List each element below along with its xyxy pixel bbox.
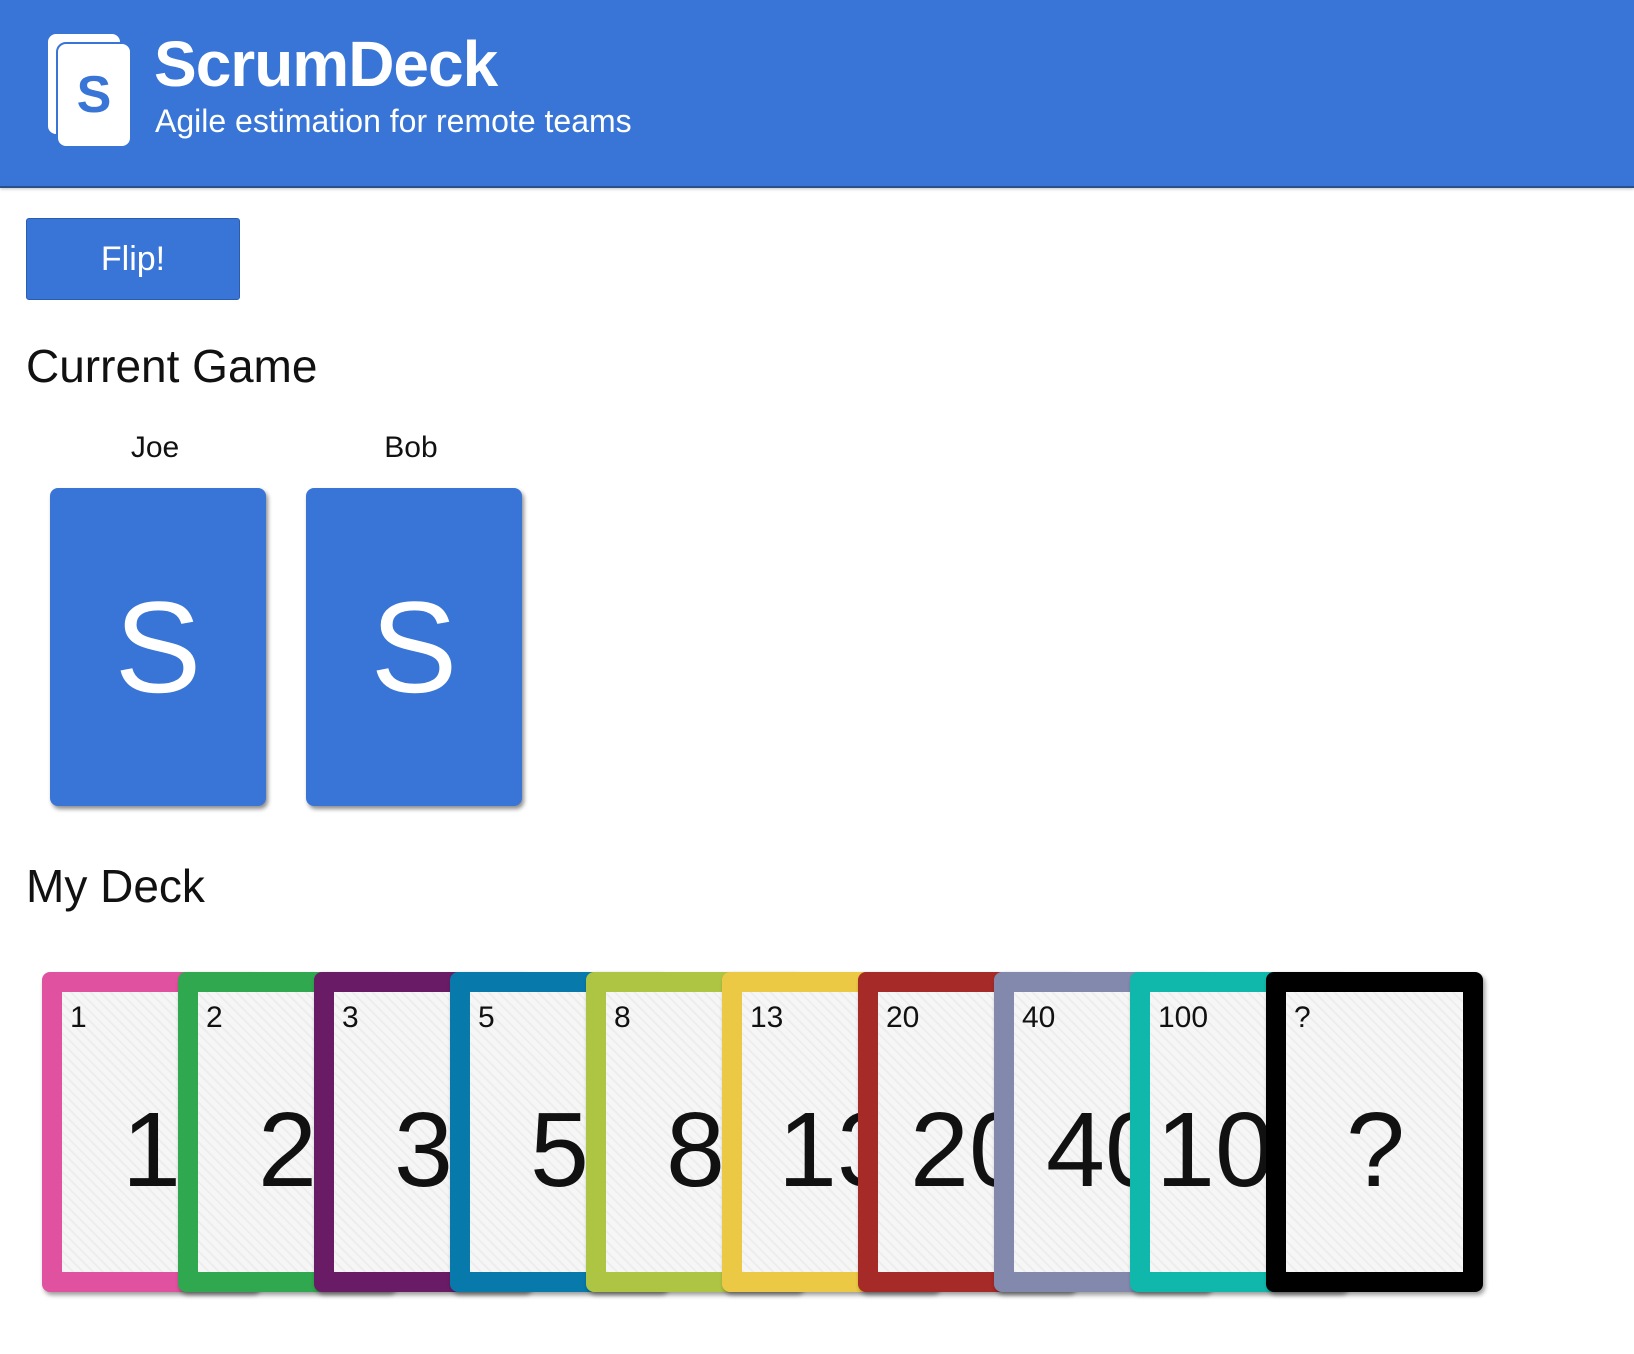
card-corner-value: 40 xyxy=(1022,1001,1056,1034)
card-value: ? xyxy=(1346,1091,1405,1209)
flip-button[interactable]: Flip! xyxy=(26,218,240,300)
card-corner-value: 5 xyxy=(478,1001,495,1034)
card-corner-value: 100 xyxy=(1158,1001,1209,1034)
card-corner-value: 8 xyxy=(614,1001,631,1034)
card-corner-value: 13 xyxy=(750,1001,784,1034)
player-name: Joe xyxy=(130,431,180,464)
card-corner-value: 20 xyxy=(886,1001,920,1034)
app-subtitle: Agile estimation for remote teams xyxy=(155,103,632,139)
deck-card-question[interactable]: ? ? xyxy=(1266,972,1483,1292)
player-joe: Joe S xyxy=(46,430,266,806)
card-corner-value: 3 xyxy=(342,1001,359,1034)
app-title: ScrumDeck xyxy=(154,28,498,100)
card-corner-value: 2 xyxy=(206,1001,223,1034)
app-header: S ScrumDeck Agile estimation for remote … xyxy=(0,0,1634,188)
card-value: 3 xyxy=(394,1091,453,1209)
my-deck-title: My Deck xyxy=(26,860,205,912)
card-corner-value: ? xyxy=(1294,1001,1311,1034)
player-name: Bob xyxy=(384,431,438,464)
card-value: 2 xyxy=(258,1091,317,1209)
card-value: 8 xyxy=(666,1091,725,1209)
card-corner-value: 1 xyxy=(70,1001,87,1034)
card-value: 1 xyxy=(122,1091,181,1209)
logo-letter: S xyxy=(56,42,132,148)
logo-icon: S xyxy=(46,32,134,148)
facedown-card[interactable]: S xyxy=(306,488,522,806)
facedown-card[interactable]: S xyxy=(50,488,266,806)
current-game-title: Current Game xyxy=(26,340,318,392)
card-value: 5 xyxy=(530,1091,589,1209)
player-bob: Bob S xyxy=(302,430,522,806)
